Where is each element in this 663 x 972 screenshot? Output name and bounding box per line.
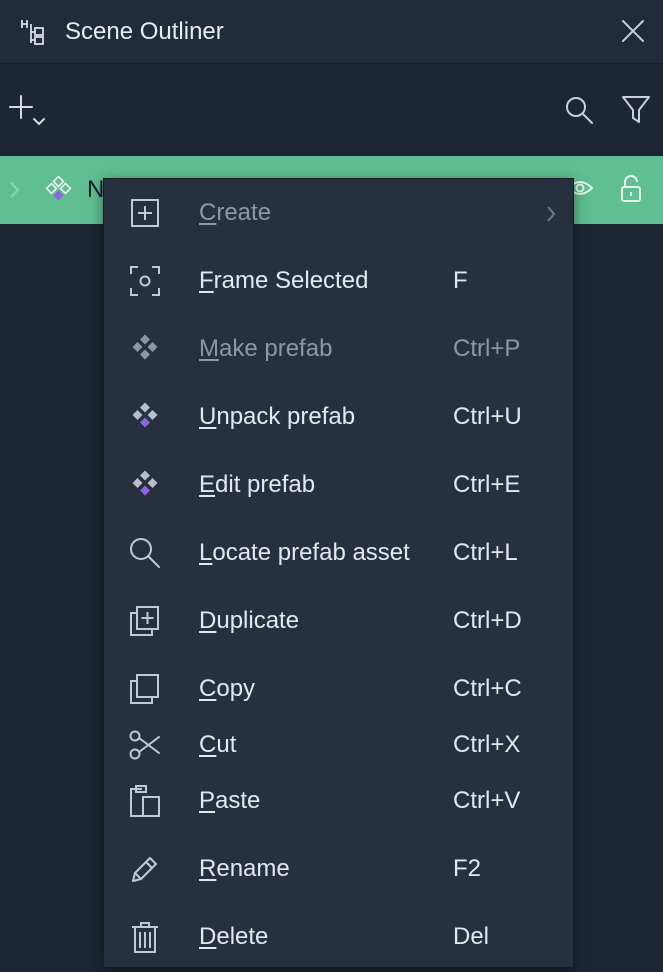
menu-label: Duplicate — [199, 607, 300, 634]
menu-item-locate-prefab-asset[interactable]: Locate prefab asset Ctrl+L — [104, 524, 573, 580]
menu-item-create[interactable]: Create — [104, 184, 573, 240]
menu-item-cut[interactable]: Cut Ctrl+X — [104, 716, 573, 772]
pencil-icon — [128, 852, 162, 886]
menu-item-edit-prefab[interactable]: Edit prefab Ctrl+E — [104, 456, 573, 512]
menu-item-make-prefab[interactable]: Make prefab Ctrl+P — [104, 320, 573, 376]
menu-label: Delete — [199, 923, 269, 950]
prefab-icon — [128, 400, 162, 434]
menu-label: Unpack prefab — [199, 403, 356, 430]
panel-title: Scene Outliner — [65, 18, 224, 45]
menu-item-unpack-prefab[interactable]: Unpack prefab Ctrl+U — [104, 388, 573, 444]
plus-square-icon — [128, 196, 162, 230]
menu-item-duplicate[interactable]: Duplicate Ctrl+D — [104, 592, 573, 648]
menu-shortcut: Ctrl+L — [453, 539, 518, 566]
outliner-toolbar — [0, 64, 663, 156]
prefab-icon — [128, 332, 162, 366]
menu-item-rename[interactable]: Rename F2 — [104, 840, 573, 896]
frame-target-icon — [128, 264, 162, 298]
duplicate-icon — [128, 604, 162, 638]
node-name: N — [87, 176, 105, 203]
menu-item-paste[interactable]: Paste Ctrl+V — [104, 772, 573, 828]
menu-shortcut: F2 — [453, 855, 482, 882]
menu-shortcut: Ctrl+U — [453, 403, 522, 430]
filter-icon[interactable] — [620, 94, 652, 126]
prefab-node-icon — [44, 176, 74, 206]
copy-icon — [128, 672, 162, 706]
menu-label: Frame Selected — [199, 267, 369, 294]
add-dropdown-button[interactable] — [8, 94, 50, 132]
search-icon — [128, 536, 162, 570]
unlock-icon[interactable] — [618, 174, 644, 204]
menu-label: Rename — [199, 855, 290, 882]
outliner-header: Scene Outliner — [0, 0, 663, 64]
menu-shortcut: Ctrl+E — [453, 471, 521, 498]
menu-shortcut: Ctrl+P — [453, 335, 521, 362]
menu-shortcut: Ctrl+C — [453, 675, 522, 702]
menu-label: Copy — [199, 675, 256, 702]
context-menu: Create Frame Selected F Make prefab Ctrl… — [103, 178, 574, 968]
scissors-icon — [128, 728, 162, 762]
menu-label: Edit prefab — [199, 471, 316, 498]
hierarchy-icon — [18, 17, 48, 47]
menu-label: Make prefab — [199, 335, 333, 362]
menu-shortcut: Del — [453, 923, 490, 950]
menu-shortcut: F — [453, 267, 468, 294]
close-icon[interactable] — [620, 18, 646, 44]
menu-shortcut: Ctrl+D — [453, 607, 522, 634]
submenu-chevron-icon — [545, 205, 557, 223]
search-icon[interactable] — [563, 94, 595, 126]
menu-item-copy[interactable]: Copy Ctrl+C — [104, 660, 573, 716]
menu-shortcut: Ctrl+V — [453, 787, 521, 814]
paste-icon — [128, 784, 162, 818]
chevron-right-icon[interactable] — [8, 180, 22, 200]
menu-label: Paste — [199, 787, 261, 814]
menu-item-frame-selected[interactable]: Frame Selected F — [104, 252, 573, 308]
menu-label: Locate prefab asset — [199, 539, 410, 566]
menu-label: Create — [199, 199, 272, 226]
menu-label: Cut — [199, 731, 237, 758]
menu-item-delete[interactable]: Delete Del — [104, 908, 573, 964]
menu-shortcut: Ctrl+X — [453, 731, 521, 758]
prefab-icon — [128, 468, 162, 502]
trash-icon — [128, 920, 162, 954]
